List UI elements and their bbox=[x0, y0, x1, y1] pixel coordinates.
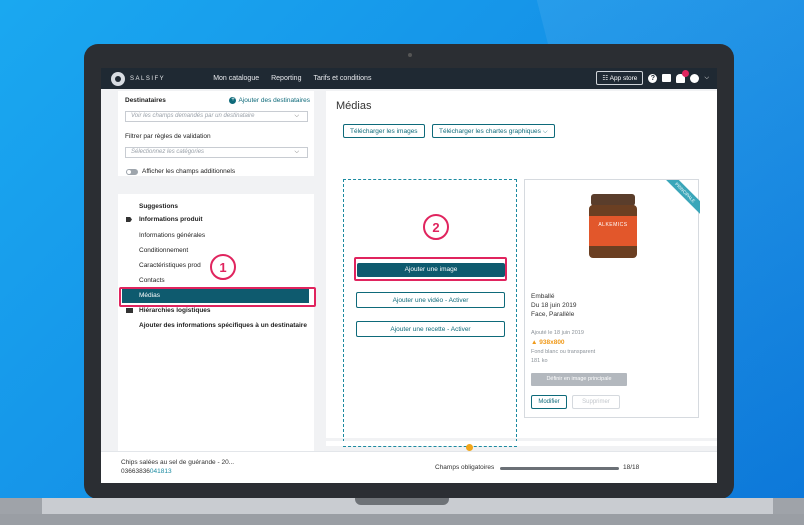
product-jar-image: ALKEMICS bbox=[589, 194, 637, 258]
delete-button[interactable]: Supprimer bbox=[572, 395, 620, 409]
topbar-actions: ☷ App store ? ⌵ bbox=[596, 69, 709, 85]
truck-icon bbox=[126, 308, 133, 313]
filter-label: Filtrer par règles de validation bbox=[125, 133, 211, 140]
add-recipe-button[interactable]: Ajouter une recette - Activer bbox=[356, 321, 505, 337]
card-resolution-warning: ▲ 938x800 bbox=[531, 339, 565, 346]
card-added: Ajouté le 18 juin 2019 bbox=[531, 330, 584, 336]
help-icon[interactable]: ? bbox=[648, 73, 658, 83]
highlight-add-image bbox=[354, 257, 507, 281]
chat-icon[interactable] bbox=[662, 74, 672, 82]
camera-dot bbox=[408, 53, 412, 57]
laptop-base-edge bbox=[0, 514, 804, 525]
logo-icon[interactable] bbox=[111, 71, 125, 86]
filters-panel: Destinataires + Ajouter des destinataire… bbox=[118, 91, 314, 176]
jar-label bbox=[589, 216, 637, 246]
nav-mon-catalogue[interactable]: Mon catalogue bbox=[213, 75, 259, 82]
required-fields-count: 18/18 bbox=[623, 464, 640, 471]
scroll-indicator-dot[interactable] bbox=[466, 444, 473, 451]
toggle-label: Afficher les champs additionnels bbox=[142, 168, 236, 175]
suggestions-panel: Suggestions Informations produit Informa… bbox=[118, 194, 314, 478]
nav-ajouter-infos[interactable]: Ajouter des informations spécifiques à u… bbox=[139, 322, 307, 329]
product-gtin: 03663836041813 bbox=[121, 468, 172, 475]
page-title: Médias bbox=[336, 100, 372, 112]
principal-ribbon: PRINCIPALE bbox=[661, 180, 700, 217]
card-background: Fond blanc ou transparent bbox=[531, 349, 596, 355]
bell-icon[interactable] bbox=[676, 69, 690, 83]
card-type: Emballé bbox=[531, 293, 555, 300]
nav-conditionnement[interactable]: Conditionnement bbox=[139, 247, 188, 254]
nav-informations-generales[interactable]: Informations générales bbox=[139, 232, 205, 239]
nav-contacts[interactable]: Contacts bbox=[139, 277, 165, 284]
product-footer: Chips salées au sel de guérande - 20... … bbox=[101, 451, 717, 483]
required-fields-label: Champs obligatoires bbox=[435, 464, 495, 471]
step-one-badge: 1 bbox=[210, 254, 236, 280]
step-two-badge: 2 bbox=[423, 214, 449, 240]
card-size: 181 ko bbox=[531, 358, 548, 364]
laptop-notch bbox=[355, 498, 449, 505]
additional-fields-toggle[interactable] bbox=[126, 169, 138, 175]
destinataire-placeholder: Voir les champs demandés par un destinat… bbox=[131, 113, 255, 119]
add-destinataires-link[interactable]: + Ajouter des destinataires bbox=[229, 97, 310, 104]
nav-caracteristiques[interactable]: Caractéristiques prod bbox=[139, 262, 201, 269]
chevron-down-icon[interactable]: ⌵ bbox=[704, 75, 709, 82]
user-icon[interactable] bbox=[690, 73, 700, 83]
app-store-button[interactable]: ☷ App store bbox=[596, 71, 644, 85]
destinataires-label: Destinataires bbox=[125, 97, 166, 104]
nav-reporting[interactable]: Reporting bbox=[271, 75, 301, 82]
chevron-down-icon: ⌵ bbox=[294, 149, 299, 155]
image-preview[interactable]: PRINCIPALE ALKEMICS bbox=[525, 180, 700, 280]
card-date: Du 18 juin 2019 bbox=[531, 302, 577, 309]
download-charts-button[interactable]: Télécharger les chartes graphiques ⌵ bbox=[432, 124, 555, 138]
required-fields-progress bbox=[500, 467, 619, 470]
nav-tarifs[interactable]: Tarifs et conditions bbox=[313, 75, 371, 82]
suggestions-title: Suggestions bbox=[139, 203, 179, 210]
logo-text[interactable]: SALSIFY bbox=[130, 76, 165, 82]
card-view: Face, Parallèle bbox=[531, 311, 575, 318]
notification-badge bbox=[682, 69, 690, 77]
download-images-button[interactable]: Télécharger les images bbox=[343, 124, 425, 138]
destinataire-select[interactable]: Voir les champs demandés par un destinat… bbox=[125, 111, 308, 122]
app-screen: SALSIFY Mon catalogue Reporting Tarifs e… bbox=[101, 68, 717, 483]
add-video-button[interactable]: Ajouter une vidéo - Activer bbox=[356, 292, 505, 308]
top-bar: SALSIFY Mon catalogue Reporting Tarifs e… bbox=[101, 68, 717, 89]
scroll-strip bbox=[326, 441, 717, 446]
highlight-medias bbox=[119, 287, 316, 307]
jar-brand: ALKEMICS bbox=[598, 222, 628, 228]
categories-placeholder: Sélectionnez les catégories bbox=[131, 149, 205, 155]
categories-select[interactable]: Sélectionnez les catégories ⌵ bbox=[125, 147, 308, 158]
product-name: Chips salées au sel de guérande - 20... bbox=[121, 459, 235, 466]
gtin-suffix: 041813 bbox=[149, 468, 172, 475]
plus-icon: + bbox=[229, 97, 237, 104]
set-main-image-button[interactable]: Définir en image principale bbox=[531, 373, 627, 386]
chevron-down-icon: ⌵ bbox=[294, 113, 299, 119]
nav-informations-produit[interactable]: Informations produit bbox=[139, 216, 203, 223]
add-destinataires-label: Ajouter des destinataires bbox=[238, 97, 310, 104]
gtin-prefix: 03663836 bbox=[121, 468, 150, 475]
modify-button[interactable]: Modifier bbox=[531, 395, 567, 409]
nav-hierarchies[interactable]: Hiérarchies logistiques bbox=[139, 307, 211, 314]
tag-icon bbox=[126, 217, 132, 222]
media-card: PRINCIPALE ALKEMICS Emballé Du 18 juin 2… bbox=[524, 179, 700, 418]
